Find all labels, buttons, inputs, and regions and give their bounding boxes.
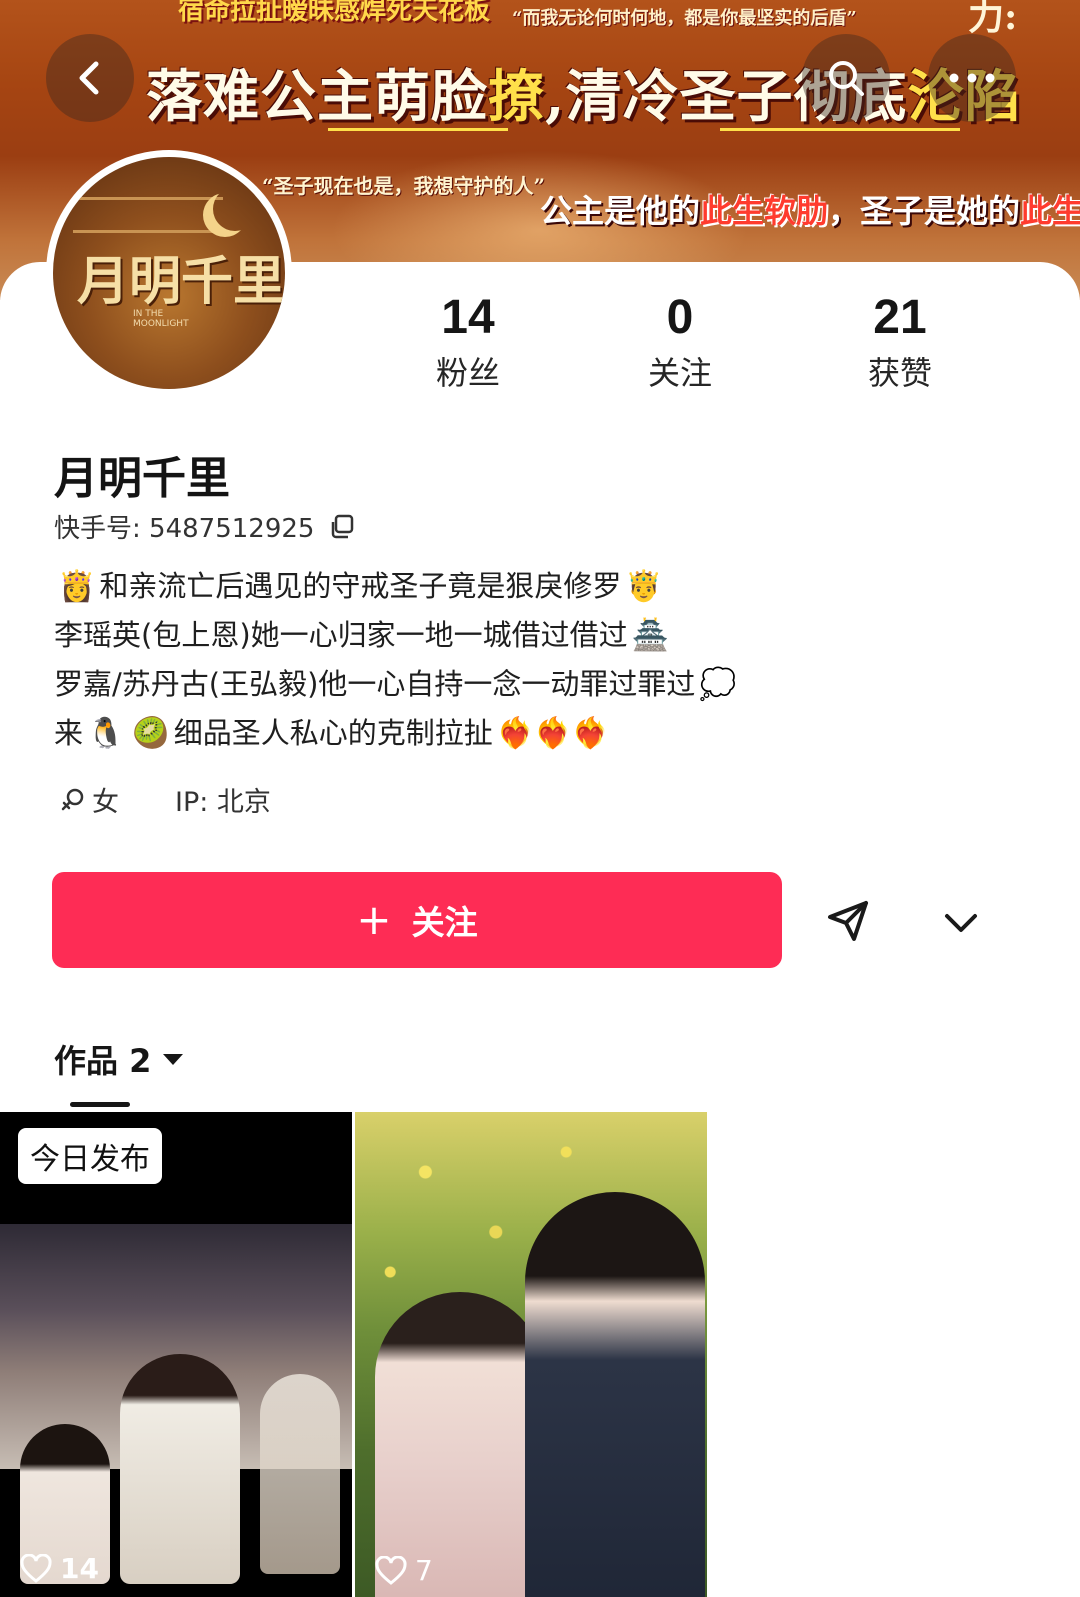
work-thumbnail[interactable]: 今日发布 14 [0, 1112, 352, 1597]
penguin-emoji: 🐧 [87, 716, 125, 751]
profile-card: 月明千里 IN THE MOONLIGHT 14 粉丝 0 关注 21 获赞 月… [0, 150, 1080, 1597]
work-thumbnail[interactable]: 7 [355, 1112, 707, 1597]
gender-tag: 女 [60, 780, 119, 819]
banner-top-left-text: 宿命拉扯暧昧感焊死天花板 [178, 0, 491, 26]
bio-line: 罗嘉/苏丹古(王弘毅)他一心自持一念一动罪过罪过 💭 [54, 660, 954, 709]
following-count: 0 [666, 291, 694, 344]
avatar-subtitle-line: IN THE [133, 309, 164, 319]
copy-button[interactable] [328, 513, 356, 541]
kiwi-emoji: 🥝 [132, 716, 170, 751]
more-horizontal-icon [949, 73, 995, 83]
avatar[interactable]: 月明千里 IN THE MOONLIGHT [46, 150, 292, 396]
avatar-title: 月明千里 [77, 251, 285, 312]
bio-text: 李瑶英(包上恩)她一心归家一地一城借过借过 [54, 618, 628, 652]
bio-line: 李瑶英(包上恩)她一心归家一地一城借过借过 🏯 [54, 611, 954, 660]
banner-main-part1: 落难公主萌脸 [146, 64, 488, 130]
heart-icon [375, 1555, 407, 1585]
like-count-value: 7 [415, 1554, 433, 1587]
plus-icon: + [356, 895, 392, 944]
banner-quote-part2: ，圣子是她的 [828, 192, 1021, 230]
banner-quote-right: 公主是他的此生软肋，圣子是她的此生唯一 [540, 186, 1080, 232]
banner-quote-part1: 公主是他的 [540, 192, 701, 230]
bio-text: 罗嘉/苏丹古(王弘毅)他一心自持一念一动罪过罪过 [54, 667, 696, 701]
banner-quote-highlight1: 此生软肋 [700, 192, 829, 230]
like-count-value: 14 [60, 1552, 99, 1585]
heart-fire-emoji: ❤️‍🔥❤️‍🔥❤️‍🔥 [496, 716, 609, 751]
bio-text: 来 [54, 716, 84, 750]
gender-label: 女 [92, 787, 119, 818]
copy-icon [332, 514, 354, 538]
cover-figure [260, 1374, 340, 1574]
more-button[interactable] [928, 34, 1016, 122]
banner-main-title: 落难公主萌脸撩,清冷圣子彻底沦陷 [146, 52, 1022, 133]
follow-button[interactable]: + 关注 [52, 872, 782, 968]
banner-quote-left: “圣子现在也是，我想守护的人” [262, 174, 546, 198]
cover-figure [375, 1292, 545, 1597]
likes-label: 获赞 [867, 354, 932, 392]
avatar-decoration [73, 197, 223, 233]
work-cover-image [0, 1224, 352, 1584]
bio-line: 来 🐧 🥝 细品圣人私心的克制拉扯 ❤️‍🔥❤️‍🔥❤️‍🔥 [54, 709, 954, 758]
heart-icon [20, 1553, 52, 1583]
banner-main-highlight1: 撩 [488, 64, 545, 130]
tab-works-label: 作品 2 [54, 1042, 152, 1080]
princess-emoji: 👸 [58, 569, 96, 604]
banner-quote-highlight2: 此生唯一 [1020, 192, 1080, 230]
chevron-down-icon [945, 914, 977, 932]
expand-button[interactable] [938, 900, 984, 946]
avatar-image: 月明千里 IN THE MOONLIGHT [53, 157, 285, 389]
moon-icon [213, 187, 257, 231]
cover-figure [525, 1192, 705, 1597]
stat-fans[interactable]: 14 粉丝 [398, 290, 538, 394]
likes-count: 21 [873, 291, 927, 344]
profile-name: 月明千里 [54, 453, 230, 504]
today-badge: 今日发布 [18, 1128, 162, 1184]
search-icon [829, 61, 864, 96]
work-like-count: 7 [375, 1554, 433, 1587]
account-id-row: 快手号: 5487512925 [54, 508, 356, 545]
banner-top-right-text: “而我无论何时何地，都是你最坚实的后盾” [512, 8, 857, 29]
profile-meta: 女 IP: 北京 [60, 780, 271, 819]
share-icon [828, 901, 868, 941]
bio-line: 👸 和亲流亡后遇见的守戒圣子竟是狠戾修罗 🤴 [54, 562, 954, 611]
banner-underline [328, 128, 508, 131]
share-button[interactable] [822, 895, 874, 947]
back-button[interactable] [46, 34, 134, 122]
ip-location: IP: 北京 [175, 787, 271, 818]
bio-text: 和亲流亡后遇见的守戒圣子竟是狠戾修罗 [99, 569, 622, 603]
thought-emoji: 💭 [699, 667, 737, 702]
avatar-subtitle-line: MOONLIGHT [133, 319, 189, 329]
avatar-subtitle: IN THE MOONLIGHT [133, 309, 189, 329]
fans-label: 粉丝 [435, 354, 500, 392]
bio-text: 细品圣人私心的克制拉扯 [173, 716, 493, 750]
banner-underline [720, 128, 960, 131]
triangle-down-icon [163, 1054, 184, 1065]
stat-likes[interactable]: 21 获赞 [830, 290, 970, 394]
stat-following[interactable]: 0 关注 [610, 290, 750, 394]
tab-works[interactable]: 作品 2 [54, 1036, 185, 1082]
cover-figure [120, 1354, 240, 1584]
profile-bio: 👸 和亲流亡后遇见的守戒圣子竟是狠戾修罗 🤴 李瑶英(包上恩)她一心归家一地一城… [54, 562, 954, 758]
tab-indicator [70, 1102, 130, 1107]
work-like-count: 14 [20, 1552, 99, 1585]
follow-button-label: 关注 [411, 903, 478, 942]
fans-count: 14 [441, 291, 495, 344]
prince-emoji: 🤴 [625, 569, 663, 604]
account-id: 快手号: 5487512925 [54, 514, 315, 544]
female-icon [61, 788, 84, 810]
chevron-left-icon [79, 61, 99, 95]
following-label: 关注 [647, 354, 712, 392]
search-button[interactable] [802, 34, 890, 122]
castle-emoji: 🏯 [631, 618, 669, 653]
